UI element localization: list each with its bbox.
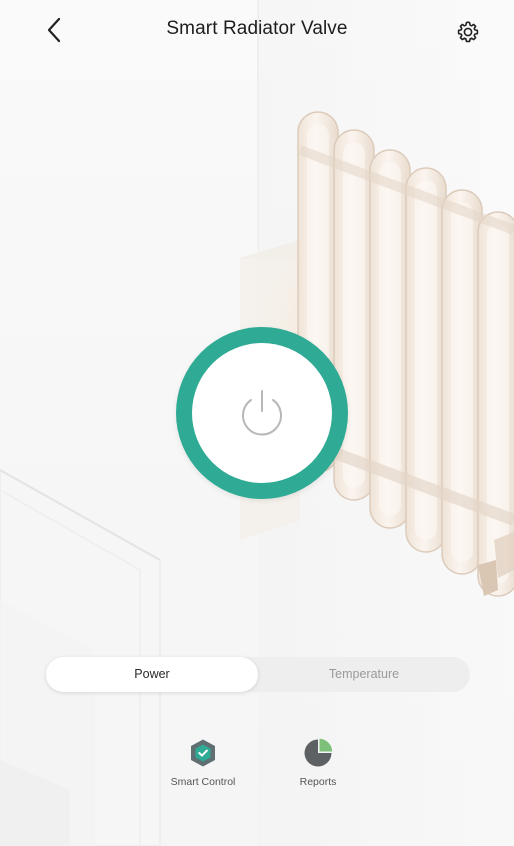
tab-temperature[interactable]: Temperature — [258, 657, 470, 692]
power-ring — [176, 327, 348, 499]
pie-chart-icon — [304, 738, 333, 767]
header-bar: Smart Radiator Valve — [0, 0, 514, 64]
tab-power[interactable]: Power — [46, 657, 258, 692]
smart-control-button[interactable]: Smart Control — [153, 738, 253, 788]
reports-label: Reports — [299, 776, 337, 788]
mode-segmented-control: Power Temperature — [46, 657, 470, 692]
settings-button[interactable] — [452, 16, 484, 48]
app-screen: Smart Radiator Valve Power Temperature S… — [0, 0, 514, 846]
page-title: Smart Radiator Valve — [166, 18, 348, 39]
gear-icon — [457, 21, 479, 43]
smart-control-label: Smart Control — [170, 776, 236, 788]
power-button[interactable] — [192, 343, 332, 483]
reports-button[interactable]: Reports — [268, 738, 368, 788]
power-icon — [242, 390, 282, 436]
smart-control-shield-icon — [191, 739, 215, 767]
